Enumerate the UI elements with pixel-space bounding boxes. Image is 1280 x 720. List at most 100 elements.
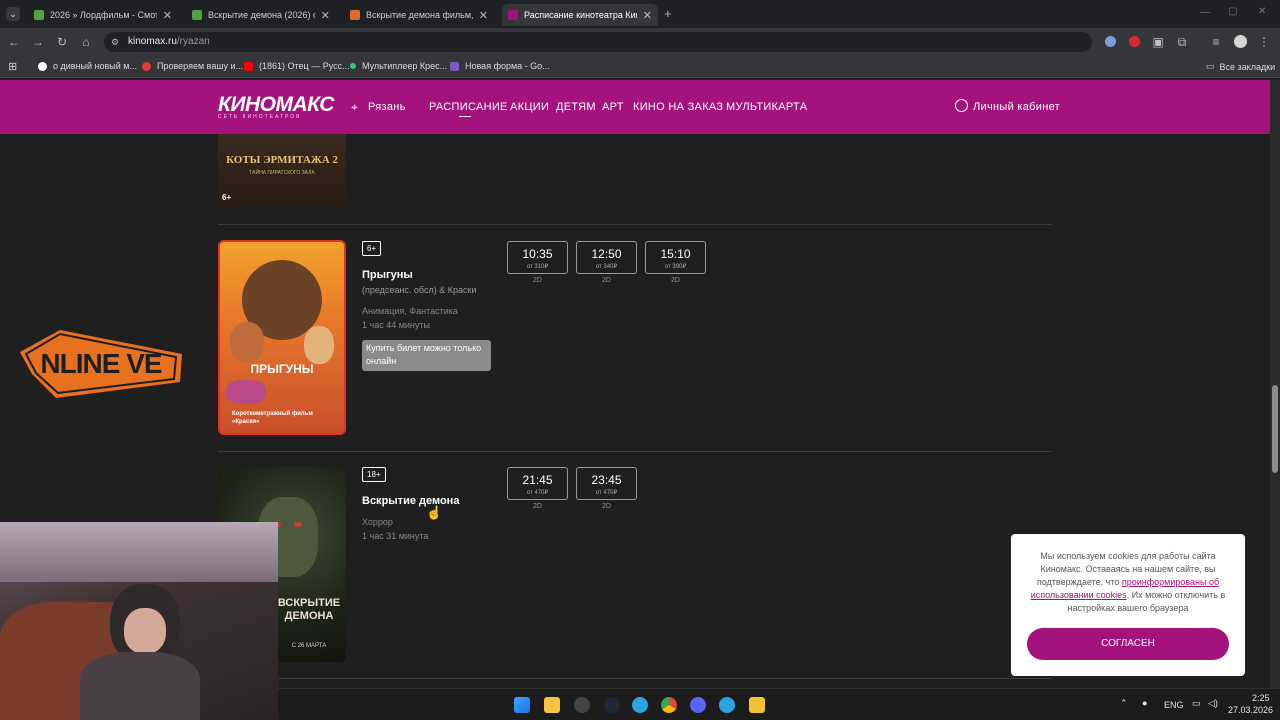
session-button[interactable]: 10:35 от 310₽ [507,241,568,274]
browser-tab-3[interactable]: Вскрытие демона фильм, 2026 ✕ [344,4,494,26]
bookmark-label: (1861) Отец — Русс... [259,61,350,71]
session-format: 2D [602,277,611,284]
browser-tab-bar: ⌄ 2026 » Лордфильм - Смотреть ✕ Вскрытие… [0,0,1280,28]
clock-date[interactable]: 27.03.2026 [1228,705,1273,715]
tab-title: 2026 » Лордфильм - Смотреть [50,10,157,20]
media-icon[interactable]: ≡ [1208,34,1224,50]
cookie-accept-button[interactable]: СОГЛАСЕН [1027,628,1229,660]
movie-title[interactable]: Вскрытие демона [362,495,459,507]
telegram-icon[interactable] [719,697,735,713]
site-info-icon[interactable]: ⚙ [111,32,119,52]
bookmark-icon [450,61,459,71]
bookmark-item[interactable]: Новая форма - Go... [450,61,550,71]
site-logo-subtitle: СЕТЬ КИНОТЕАТРОВ [218,114,302,120]
age-rating-badge: 6+ [362,241,382,256]
close-icon[interactable]: ✕ [321,9,330,22]
session-time: 21:45 [522,473,553,487]
browser-tab-2[interactable]: Вскрытие демона (2026) смот ✕ [186,4,336,26]
nav-private-screening[interactable]: КИНО НА ЗАКАЗ [633,101,723,113]
nav-promotions[interactable]: АКЦИИ [510,101,549,113]
maximize-icon[interactable]: ▢ [1228,6,1237,17]
avatar[interactable] [1232,34,1248,50]
city-selector[interactable]: Рязань [368,101,406,113]
minimize-icon[interactable]: — [1200,7,1210,18]
extension-icon[interactable]: ▣ [1150,34,1166,50]
user-icon[interactable] [955,99,968,112]
bookmark-label: Проверяем вашу и... [157,61,244,71]
clock-time[interactable]: 2:25 [1252,693,1270,703]
nav-art[interactable]: АРТ [602,101,624,113]
cookie-text: Мы используем cookies для работы сайта К… [1027,550,1229,615]
app-icon[interactable] [574,697,590,713]
reload-icon[interactable]: ↻ [54,34,70,50]
poster-title: ПРЫГУНЫ [250,362,314,376]
close-icon[interactable]: ✕ [643,9,652,22]
close-icon[interactable]: ✕ [479,9,488,22]
nav-multicard[interactable]: МУЛЬТИКАРТА [726,101,807,113]
movie-title[interactable]: Прыгуны [362,269,413,281]
apps-icon[interactable]: ⊞ [8,60,17,73]
poster-release-date: С 26 МАРТА [291,643,327,649]
session-time: 23:45 [591,473,622,487]
microphone-icon[interactable]: ● [1142,698,1147,708]
extension-icon[interactable] [1102,34,1118,50]
bookmark-item[interactable]: Проверяем вашу и... [142,61,243,71]
bookmark-icon [142,61,151,71]
scrollbar-thumb[interactable] [1272,385,1278,473]
bookmark-item[interactable]: (1861) Отец — Русс... [244,61,350,71]
row-divider [218,451,1052,452]
movie-poster[interactable]: КОТЫ ЭРМИТАЖА 2 ТАЙНА ПИРАТСКОГО ЗАЛА 6+ [218,134,346,206]
bookmark-item[interactable]: о дивный новый м... [38,61,137,71]
puzzle-icon[interactable]: ⧉ [1174,34,1190,50]
bookmark-item[interactable]: Мультиплеер Крес... [350,61,447,71]
telegram-icon[interactable] [632,697,648,713]
back-icon[interactable]: ← [6,34,22,50]
windows-start-icon[interactable] [514,697,530,713]
app-icon[interactable] [749,697,765,713]
movie-poster[interactable]: ПРЫГУНЫ Короткометражный фильм «Краски» [218,240,346,435]
file-explorer-icon[interactable] [544,697,560,713]
menu-icon[interactable]: ⋮ [1256,34,1272,50]
session-button[interactable]: 12:50 от 340₽ [576,241,637,274]
nav-schedule[interactable]: РАСПИСАНИЕ [429,101,508,113]
discord-icon[interactable] [690,697,706,713]
nav-kids[interactable]: ДЕТЯМ [556,101,596,113]
windows-taskbar: ⌃ ● ENG ▭ ◁) 2:25 27.03.2026 [278,688,1280,720]
session-price: от 310₽ [526,264,549,270]
poster-title: КОТЫ ЭРМИТАЖА 2 [226,154,338,166]
session-time: 15:10 [660,247,691,261]
tab-favicon [350,10,360,20]
extension-icon[interactable] [1126,34,1142,50]
browser-tab-1[interactable]: 2026 » Лордфильм - Смотреть ✕ [28,4,178,26]
forward-icon[interactable]: → [30,34,46,50]
browser-tab-4[interactable]: Расписание кинотеатра Кино ✕ [502,4,658,26]
window-close-icon[interactable]: ✕ [1258,6,1266,17]
network-icon[interactable]: ▭ [1192,698,1201,709]
session-time: 10:35 [522,247,553,261]
all-bookmarks-label: Все закладки [1219,61,1276,72]
new-tab-icon[interactable]: + [664,6,672,21]
page-scrollbar[interactable] [1270,80,1280,688]
account-link[interactable]: Личный кабинет [973,101,1060,113]
poster-title: ВСКРЫТИЕ ДЕМОНА [277,597,341,622]
close-icon[interactable]: ✕ [163,9,172,22]
poster-artwork [230,322,264,362]
online-only-badge: Купить билет можно только онлайн [362,340,491,371]
tab-favicon [508,10,518,20]
volume-icon[interactable]: ◁) [1208,698,1218,709]
home-icon[interactable]: ⌂ [78,34,94,50]
address-bar[interactable]: ⚙ kinomax.ru/ryazan [104,32,1092,52]
chrome-icon[interactable] [661,697,677,713]
session-price: от 470₽ [595,490,618,496]
location-icon[interactable]: ⌖ [351,100,358,115]
language-indicator[interactable]: ENG [1164,700,1184,710]
session-button[interactable]: 15:10 от 390₽ [645,241,706,274]
tray-expand-icon[interactable]: ⌃ [1120,698,1128,709]
all-bookmarks[interactable]: ▭ Все закладки [1206,61,1275,72]
bookmarks-bar: ⊞ о дивный новый м... Проверяем вашу и..… [0,56,1280,78]
session-button[interactable]: 23:45 от 470₽ [576,467,637,500]
row-divider [218,224,1052,225]
steam-icon[interactable] [604,697,620,713]
tab-search-icon[interactable]: ⌄ [6,7,20,21]
session-button[interactable]: 21:45 от 470₽ [507,467,568,500]
